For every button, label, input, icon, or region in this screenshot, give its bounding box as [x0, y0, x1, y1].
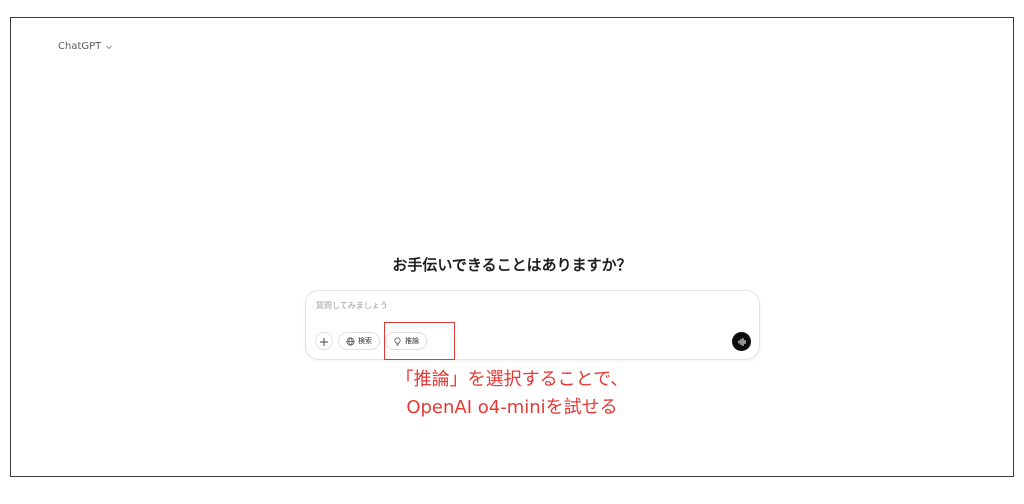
greeting-heading: お手伝いできることはありますか？ — [392, 256, 632, 274]
voice-mode-button[interactable] — [732, 332, 751, 351]
search-label: 検索 — [358, 337, 372, 345]
annotation-line-1: 「推論」を選択することで、 — [395, 369, 629, 390]
reason-highlight-box — [384, 322, 455, 360]
plus-icon — [319, 332, 329, 351]
chevron-down-icon — [105, 43, 113, 51]
voice-waveform-icon — [737, 332, 747, 351]
model-selector[interactable]: ChatGPT — [58, 41, 113, 52]
globe-icon — [346, 337, 355, 346]
app-window: ChatGPT お手伝いできることはありますか？ 質問してみましょう 検索 推論… — [10, 17, 1014, 477]
annotation-caption: 「推論」を選択することで、 OpenAI o4-miniを試せる — [11, 366, 1013, 422]
add-button[interactable] — [315, 332, 333, 350]
model-name: ChatGPT — [58, 41, 102, 52]
annotation-line-2: OpenAI o4-miniを試せる — [406, 397, 618, 418]
search-button[interactable]: 検索 — [338, 332, 380, 350]
composer: 検索 推論 — [305, 290, 760, 360]
prompt-input[interactable] — [316, 297, 736, 313]
